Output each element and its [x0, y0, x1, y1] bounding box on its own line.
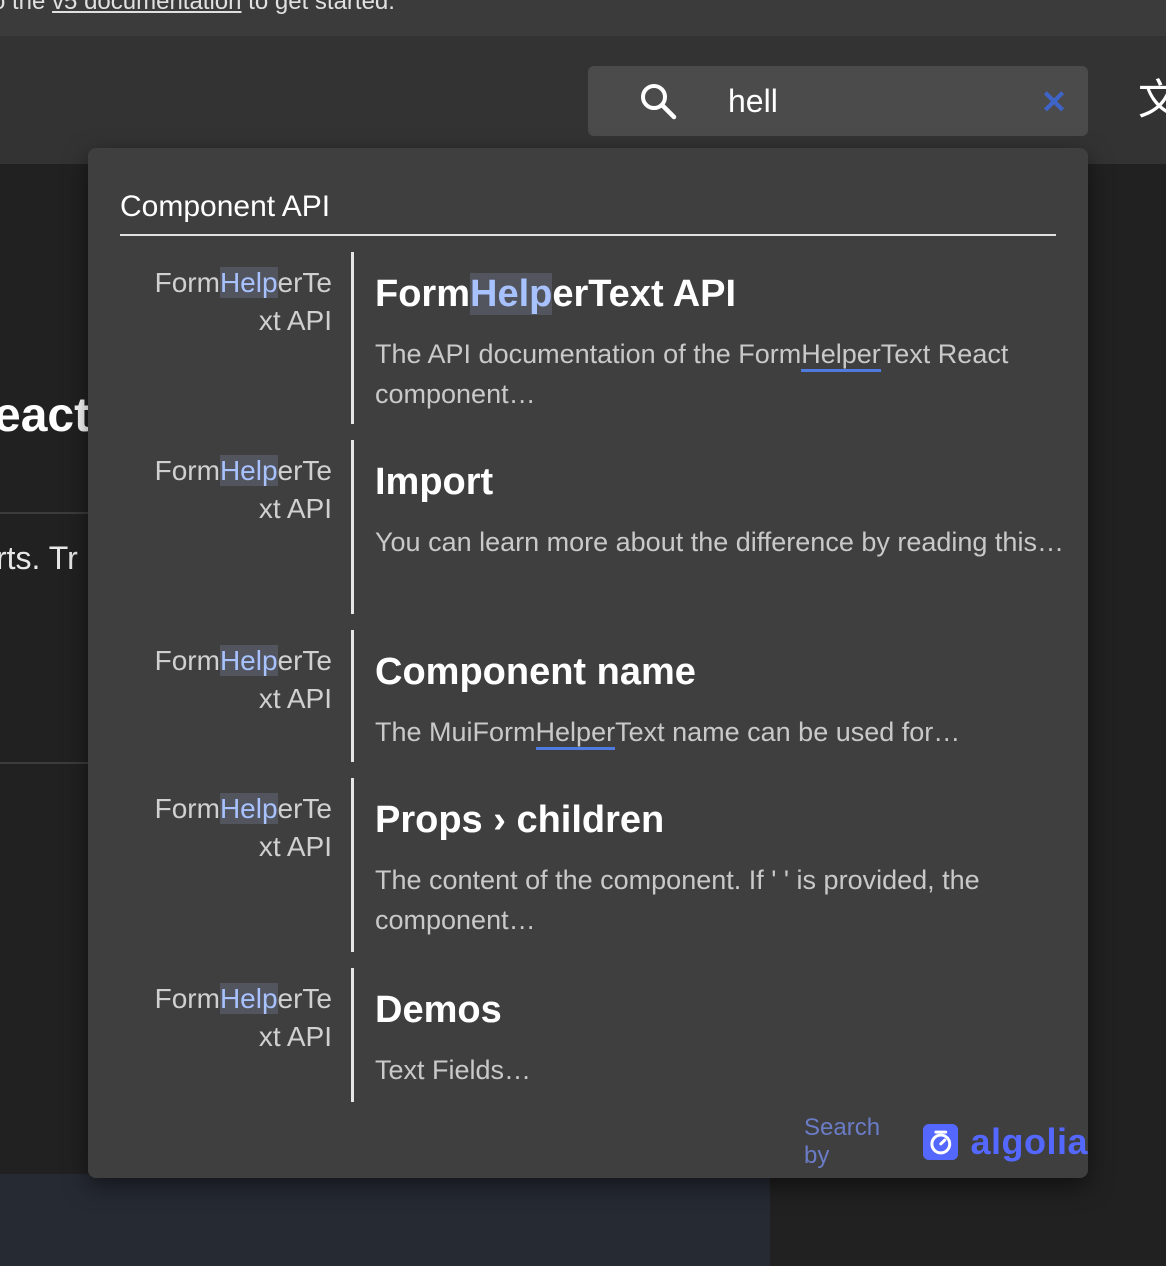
result-separator: [351, 252, 354, 424]
section-divider: [120, 234, 1056, 236]
result-snippet: The MuiFormHelperText name can be used f…: [375, 712, 1065, 752]
highlight: Help: [219, 267, 278, 298]
result-title: Props › children: [375, 799, 665, 841]
result-category: FormHelperTe xt API: [118, 642, 332, 718]
banner-text: o the v5 documentation to get started.: [0, 0, 395, 14]
result-category: FormHelperTe xt API: [118, 452, 332, 528]
result-separator: [351, 968, 354, 1102]
divider: [0, 512, 90, 514]
highlight: Help: [219, 455, 278, 486]
search-result-item[interactable]: FormHelperTe xt API Import You can learn …: [88, 440, 1088, 614]
search-icon: [641, 84, 677, 120]
result-category: FormHelperTe xt API: [118, 264, 332, 340]
match-underline: er: [591, 717, 616, 750]
banner-prefix: o the: [0, 0, 46, 15]
match-underline: er: [856, 339, 881, 372]
result-separator: [351, 440, 354, 614]
result-snippet: The content of the component. If ' ' is …: [375, 865, 980, 935]
text: xt API: [258, 1021, 332, 1052]
result-snippet: Text Fields…: [375, 1055, 532, 1085]
highlight: Help: [470, 273, 553, 315]
text: The API documentation of the Form: [375, 339, 802, 369]
result-category: FormHelperTe xt API: [118, 980, 332, 1056]
code-panel: [0, 1174, 770, 1266]
match-underline: Help: [801, 339, 857, 372]
result-snippet: The API documentation of the FormHelperT…: [375, 334, 1065, 414]
algolia-logo-icon: [922, 1124, 959, 1160]
text: xt API: [258, 831, 332, 862]
text: Form: [154, 645, 220, 676]
text: erText API: [552, 273, 737, 315]
result-title: Demos: [375, 989, 502, 1031]
result-separator: [351, 778, 354, 952]
text: xt API: [258, 493, 332, 524]
result-snippet: You can learn more about the difference …: [375, 527, 1064, 557]
search-result-item[interactable]: FormHelperTe xt API Demos Text Fields…: [88, 968, 1088, 1102]
result-separator: [351, 630, 354, 762]
result-title: FormHelperText API: [375, 272, 736, 316]
text: Form: [154, 983, 220, 1014]
search-input[interactable]: [728, 78, 1028, 124]
v5-documentation-link[interactable]: v5 documentation: [52, 0, 241, 15]
highlight: Help: [219, 983, 278, 1014]
highlight: Help: [219, 645, 278, 676]
banner-suffix: to get started.: [241, 0, 395, 15]
result-title: Import: [375, 461, 494, 503]
search-by-algolia[interactable]: Search by algolia: [804, 1114, 1088, 1169]
result-title: Component name: [375, 651, 696, 693]
close-icon[interactable]: ✕: [1040, 86, 1068, 118]
algolia-wordmark: algolia: [970, 1121, 1088, 1162]
highlight: Help: [219, 793, 278, 824]
translate-icon[interactable]: 文: [1138, 76, 1166, 124]
result-category: FormHelperTe xt API: [118, 790, 332, 866]
text: erTe: [277, 267, 332, 298]
search-bar[interactable]: ✕: [588, 66, 1088, 136]
text: erTe: [277, 793, 332, 824]
text: xt API: [258, 683, 332, 714]
divider: [0, 762, 90, 764]
search-by-label: Search by: [804, 1114, 881, 1169]
text: Form: [154, 793, 220, 824]
search-result-item[interactable]: FormHelperTe xt API Component name The Mu…: [88, 630, 1088, 762]
text: xt API: [258, 305, 332, 336]
text: Form: [154, 455, 220, 486]
text: The MuiForm: [375, 717, 536, 747]
text: erTe: [277, 455, 332, 486]
top-banner: o the v5 documentation to get started.: [0, 0, 1166, 36]
page-heading-fragment: eact: [0, 389, 91, 442]
search-result-item[interactable]: FormHelperTe xt API FormHelperText API Th…: [88, 252, 1088, 424]
text: Text name can be used for…: [615, 717, 961, 747]
text: Form: [154, 267, 220, 298]
section-title: Component API: [120, 190, 331, 223]
text: erTe: [277, 645, 332, 676]
text: Form: [375, 273, 470, 315]
text: erTe: [277, 983, 332, 1014]
match-underline: Help: [535, 717, 592, 750]
search-result-item[interactable]: FormHelperTe xt API Props › children The …: [88, 778, 1088, 952]
search-results-dropdown: Component API FormHelperTe xt API FormHel…: [88, 148, 1088, 1178]
page-text-fragment: rts. Tr: [0, 540, 78, 576]
